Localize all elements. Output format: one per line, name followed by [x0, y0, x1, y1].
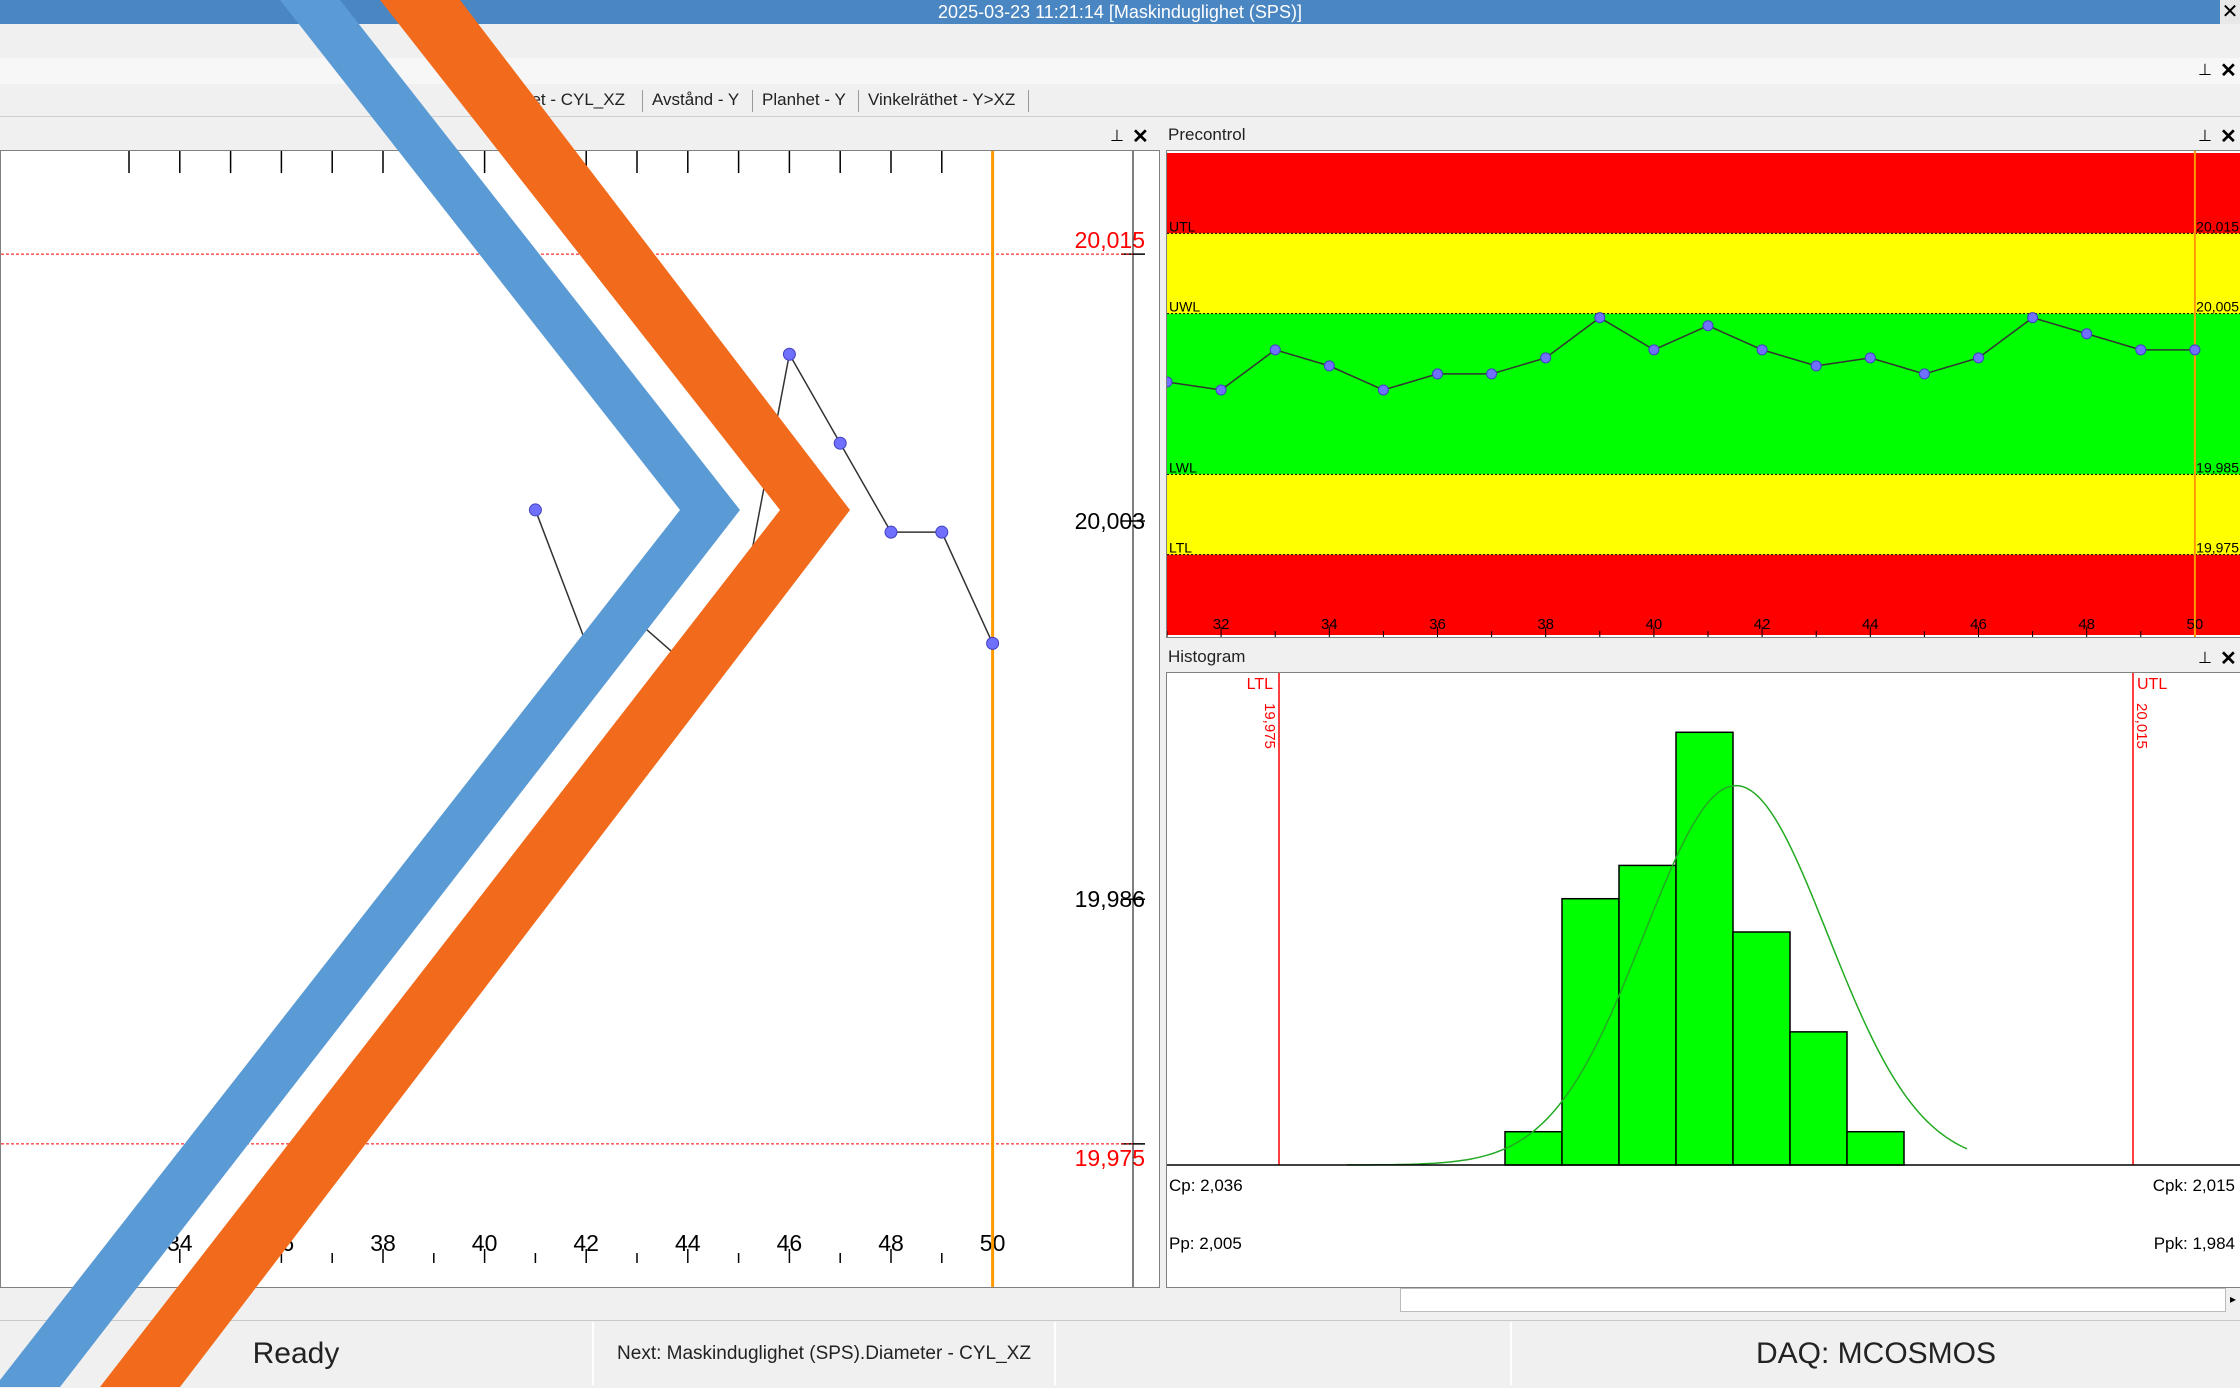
histogram-ltl-label: LTL [1247, 676, 1273, 693]
center-label: 20,003 [1075, 508, 1145, 534]
histogram-bar [1675, 731, 1734, 1166]
histogram-pin-icon[interactable]: ⊥ [2198, 648, 2212, 668]
pp-value: Pp: 2,005 [1169, 1234, 1242, 1253]
ppk-value: Ppk: 1,984 [2154, 1234, 2235, 1253]
precontrol-data-point [1918, 368, 1930, 380]
status-empty-cell [1056, 1322, 1512, 1385]
precontrol-data-point [1432, 368, 1443, 380]
precontrol-data-point [1594, 312, 1606, 324]
precontrol-title-text: Precontrol [1168, 125, 1246, 144]
precontrol-title: Precontrol [1166, 124, 2240, 146]
precontrol-zone [1167, 474, 2240, 555]
precontrol-limit-label: LTL [1169, 540, 1192, 556]
precontrol-data-point [1864, 352, 1876, 364]
precontrol-x-tick-label: 40 [1646, 616, 1663, 633]
precontrol-data-point [1269, 344, 1281, 356]
histogram-utl-label: UTL [2137, 676, 2167, 693]
histogram-panel: LTL UTL 19,975 20,015 Cp: 2,036 Cpk: 2,015 Pp:… [1166, 672, 2240, 1288]
histogram-bar [1789, 1031, 1848, 1166]
histogram-title-text: Histogram [1168, 647, 1246, 666]
run-data-point [935, 525, 949, 539]
cpk-value: Cpk: 2,015 [2153, 1176, 2235, 1195]
window-close-button[interactable]: ✕ [2220, 0, 2240, 24]
scroll-right-icon[interactable]: ▸ [2226, 1288, 2240, 1310]
precontrol-data-point [1702, 320, 1714, 332]
precontrol-data-point [2189, 344, 2201, 356]
precontrol-chart: UTL 20,015 UWL 20,005 LWL 19,985 LTL 19,975 32 34… [1161, 151, 2240, 637]
precontrol-data-point [2135, 344, 2147, 356]
run-data-point [986, 636, 1000, 650]
precontrol-zone [1167, 313, 2240, 475]
precontrol-data-point [1215, 384, 1227, 396]
run-data-point [884, 525, 898, 539]
precontrol-zone [1167, 153, 2240, 234]
precontrol-data-point [1648, 344, 1660, 356]
precontrol-x-tick-label: 42 [1754, 616, 1771, 633]
histogram-bar [1618, 864, 1677, 1166]
precontrol-pin-icon[interactable]: ⊥ [2198, 126, 2212, 146]
status-daq: DAQ: MCOSMOS [1512, 1322, 2240, 1385]
precontrol-data-point [1756, 344, 1768, 356]
precontrol-close-icon[interactable]: ✕ [2220, 124, 2237, 149]
low-label: 19,986 [1075, 886, 1145, 912]
precontrol-data-point [1323, 360, 1335, 372]
precontrol-limit-label: UTL [1169, 218, 1196, 234]
histogram-close-icon[interactable]: ✕ [2220, 646, 2237, 671]
precontrol-data-point [2081, 328, 2093, 340]
run-chart-close-icon[interactable]: ✕ [1132, 124, 1149, 149]
precontrol-data-point [1973, 352, 1984, 364]
chevron-overlay [0, 0, 850, 1387]
precontrol-x-tick-label: 34 [1321, 616, 1338, 633]
run-chart-pin-icon[interactable]: ⊥ [1110, 126, 1124, 146]
histogram-bar [1732, 931, 1791, 1166]
precontrol-limit-value: 20,005 [2196, 299, 2239, 315]
precontrol-zone [1167, 233, 2240, 314]
precontrol-limit-value: 19,985 [2196, 459, 2239, 475]
precontrol-data-point [2027, 312, 2039, 324]
histogram-bar [1504, 1130, 1563, 1166]
histogram-title: Histogram [1166, 646, 2240, 668]
pin-icon[interactable]: ⊥ [2198, 60, 2212, 80]
precontrol-x-tick-label: 36 [1429, 616, 1446, 633]
chevron-blue-stripe [0, 0, 740, 1387]
precontrol-limit-label: UWL [1169, 299, 1200, 315]
histogram-scrollbar[interactable] [1400, 1288, 2226, 1312]
precontrol-limit-value: 19,975 [2196, 540, 2239, 556]
tab-separator [1028, 90, 1029, 112]
histogram-ltl-value: 19,975 [1261, 703, 1278, 749]
precontrol-x-tick-label: 48 [2078, 616, 2095, 633]
precontrol-data-point [1540, 352, 1552, 364]
lsl-label: 19,975 [1075, 1145, 1145, 1171]
precontrol-data-point [1810, 360, 1822, 372]
tab-vinkelrathet[interactable]: Vinkelräthet - Y>XZ [868, 88, 1015, 112]
histogram-bar [1846, 1130, 1905, 1166]
precontrol-panel: UTL 20,015 UWL 20,005 LWL 19,985 LTL 19,975 32 34… [1161, 150, 2240, 638]
precontrol-data-point [1377, 384, 1389, 396]
precontrol-x-tick-label: 44 [1862, 616, 1879, 633]
histogram-bar [1561, 897, 1620, 1166]
histogram-utl-value: 20,015 [2133, 703, 2150, 749]
histogram-chart: LTL UTL 19,975 20,015 Cp: 2,036 Cpk: 2,015 Pp:… [1167, 673, 2240, 1253]
precontrol-x-tick-label: 32 [1213, 616, 1230, 633]
precontrol-limit-label: LWL [1169, 459, 1197, 475]
precontrol-data-point [1486, 368, 1498, 380]
precontrol-x-tick-label: 46 [1970, 616, 1987, 633]
precontrol-x-tick-label: 38 [1537, 616, 1554, 633]
run-x-tick-label: 48 [878, 1230, 904, 1256]
precontrol-limit-value: 20,015 [2196, 218, 2239, 234]
close-icon[interactable]: ✕ [2220, 58, 2237, 83]
cp-value: Cp: 2,036 [1169, 1176, 1243, 1195]
usl-label: 20,015 [1075, 227, 1145, 253]
